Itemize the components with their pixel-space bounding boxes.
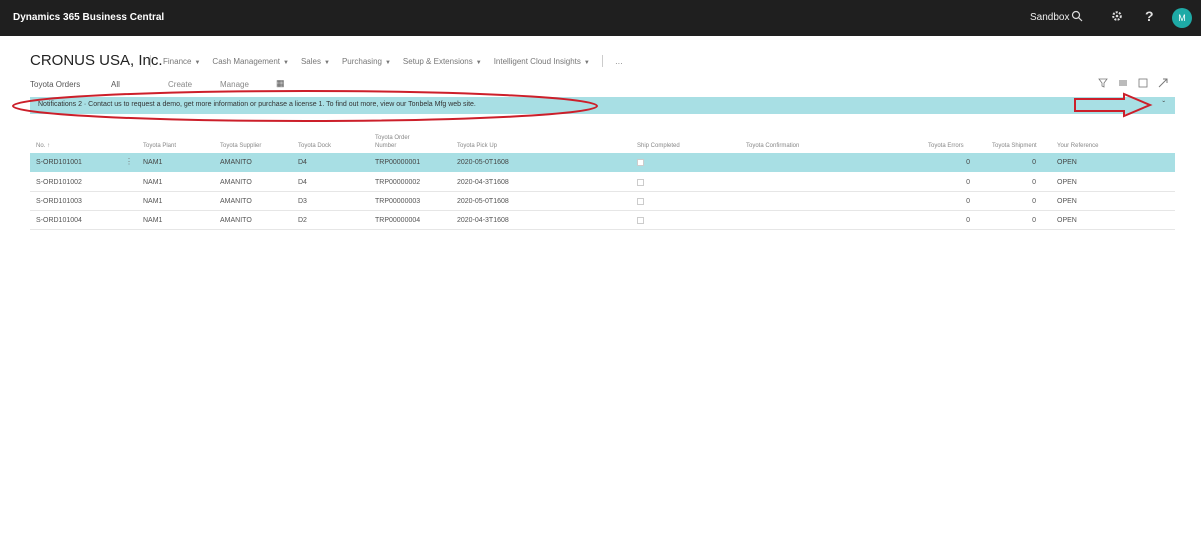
- column-header[interactable]: Toyota Plant: [143, 142, 176, 150]
- cell-dock: D4: [298, 179, 307, 186]
- table-row[interactable]: S-ORD101003 NAM1 AMANITO D3 TRP00000003 …: [30, 192, 1175, 211]
- column-header[interactable]: Toyota Pick Up: [457, 142, 497, 150]
- cell-plant: NAM1: [143, 179, 163, 186]
- cell-dock: D2: [298, 217, 307, 224]
- details-pane-icon[interactable]: [1138, 78, 1148, 91]
- cell-errors: 0: [966, 179, 970, 186]
- top-bar: Dynamics 365 Business Central Sandbox ? …: [0, 0, 1201, 36]
- cell-order-number: TRP00000001: [375, 159, 421, 166]
- cell-reference: OPEN: [1057, 179, 1077, 186]
- chevron-down-icon: ▼: [475, 59, 482, 66]
- cell-shipment: 0: [1032, 217, 1036, 224]
- help-icon[interactable]: ?: [1145, 8, 1154, 24]
- ship-completed-checkbox[interactable]: [637, 179, 644, 186]
- column-header[interactable]: Toyota Order Number: [375, 134, 415, 150]
- cell-errors: 0: [966, 217, 970, 224]
- nav-item-intelligent-cloud-insights[interactable]: Intelligent Cloud Insights ▼: [494, 57, 590, 66]
- table-row[interactable]: S-ORD101004 NAM1 AMANITO D2 TRP00000004 …: [30, 211, 1175, 230]
- cell-pick-up: 2020-05-0T1608: [457, 198, 509, 205]
- cell-no[interactable]: S-ORD101004: [36, 217, 82, 224]
- cell-reference: OPEN: [1057, 217, 1077, 224]
- search-icon[interactable]: [1071, 10, 1083, 25]
- cell-pick-up: 2020-05-0T1608: [457, 159, 509, 166]
- column-header[interactable]: Toyota Confirmation: [746, 142, 799, 150]
- table-row[interactable]: S-ORD101001 ⋮ NAM1 AMANITO D4 TRP0000000…: [30, 153, 1175, 172]
- nav-item-sales[interactable]: Sales ▼: [301, 57, 330, 66]
- cell-errors: 0: [966, 159, 970, 166]
- cell-no[interactable]: S-ORD101001: [36, 159, 82, 166]
- cell-pick-up: 2020-04-3T1608: [457, 217, 509, 224]
- cell-dock: D4: [298, 159, 307, 166]
- avatar[interactable]: M: [1172, 8, 1192, 28]
- nav-divider: [601, 55, 603, 67]
- cell-dock: D3: [298, 198, 307, 205]
- action-manage[interactable]: Manage: [220, 80, 249, 89]
- cell-supplier: AMANITO: [220, 159, 252, 166]
- cell-plant: NAM1: [143, 198, 163, 205]
- column-header[interactable]: No. ↑: [36, 142, 50, 150]
- chevron-down-icon: ▼: [583, 59, 590, 66]
- main-nav: Finance ▼ Cash Management ▼ Sales ▼ Purchas…: [150, 54, 635, 68]
- row-actions-icon[interactable]: ⋮: [125, 157, 133, 166]
- cell-order-number: TRP00000002: [375, 179, 421, 186]
- chevron-down-icon: ▼: [323, 59, 330, 66]
- column-header[interactable]: Toyota Supplier: [220, 142, 261, 150]
- cell-supplier: AMANITO: [220, 217, 252, 224]
- notification-text[interactable]: Notifications 2 · Contact us to request …: [38, 101, 476, 108]
- grid-icon[interactable]: ▦: [276, 78, 285, 89]
- cell-shipment: 0: [1032, 179, 1036, 186]
- cell-shipment: 0: [1032, 159, 1036, 166]
- table-row[interactable]: S-ORD101002 NAM1 AMANITO D4 TRP00000002 …: [30, 173, 1175, 192]
- cell-plant: NAM1: [143, 217, 163, 224]
- nav-more-button[interactable]: …: [615, 57, 623, 66]
- column-header[interactable]: Ship Completed: [637, 142, 680, 150]
- cell-order-number: TRP00000003: [375, 198, 421, 205]
- nav-divider: [150, 55, 151, 67]
- filter-icon[interactable]: [1098, 78, 1108, 91]
- cell-supplier: AMANITO: [220, 179, 252, 186]
- cell-reference: OPEN: [1057, 159, 1077, 166]
- column-header[interactable]: Your Reference: [1057, 142, 1098, 150]
- cell-order-number: TRP00000004: [375, 217, 421, 224]
- gear-icon[interactable]: [1111, 10, 1123, 25]
- cell-no[interactable]: S-ORD101002: [36, 179, 82, 186]
- nav-item-setup-extensions[interactable]: Setup & Extensions ▼: [403, 57, 482, 66]
- environment-label[interactable]: Sandbox: [1030, 12, 1069, 23]
- ship-completed-checkbox[interactable]: [637, 217, 644, 224]
- expand-icon[interactable]: [1158, 78, 1168, 91]
- nav-item-cash-management[interactable]: Cash Management ▼: [212, 57, 289, 66]
- column-header[interactable]: Toyota Errors: [928, 142, 964, 150]
- cell-supplier: AMANITO: [220, 198, 252, 205]
- app-title[interactable]: Dynamics 365 Business Central: [13, 12, 164, 23]
- page-tools: [1098, 78, 1168, 91]
- cell-no[interactable]: S-ORD101003: [36, 198, 82, 205]
- ship-completed-checkbox[interactable]: [637, 198, 644, 205]
- chevron-down-icon[interactable]: ˇ: [1162, 100, 1165, 109]
- list-view-icon[interactable]: [1118, 78, 1128, 91]
- action-create[interactable]: Create: [168, 80, 192, 89]
- cell-reference: OPEN: [1057, 198, 1077, 205]
- cell-plant: NAM1: [143, 159, 163, 166]
- table-header: No. ↑ Toyota Plant Toyota Supplier Toyot…: [30, 134, 1175, 154]
- cell-errors: 0: [966, 198, 970, 205]
- ship-completed-checkbox[interactable]: [637, 159, 644, 166]
- nav-item-finance[interactable]: Finance ▼: [163, 57, 200, 66]
- cell-pick-up: 2020-04-3T1608: [457, 179, 509, 186]
- notification-bar: Notifications 2 · Contact us to request …: [30, 97, 1175, 114]
- column-header[interactable]: Toyota Dock: [298, 142, 331, 150]
- view-filter[interactable]: All: [111, 80, 120, 89]
- chevron-down-icon: ▼: [384, 59, 391, 66]
- cell-shipment: 0: [1032, 198, 1036, 205]
- chevron-down-icon: ▼: [194, 59, 201, 66]
- nav-item-purchasing[interactable]: Purchasing ▼: [342, 57, 391, 66]
- chevron-down-icon: ▼: [283, 59, 289, 66]
- column-header[interactable]: Toyota Shipment: [992, 142, 1037, 150]
- page-title: Toyota Orders: [30, 80, 81, 89]
- company-name[interactable]: CRONUS USA, Inc.: [30, 52, 163, 69]
